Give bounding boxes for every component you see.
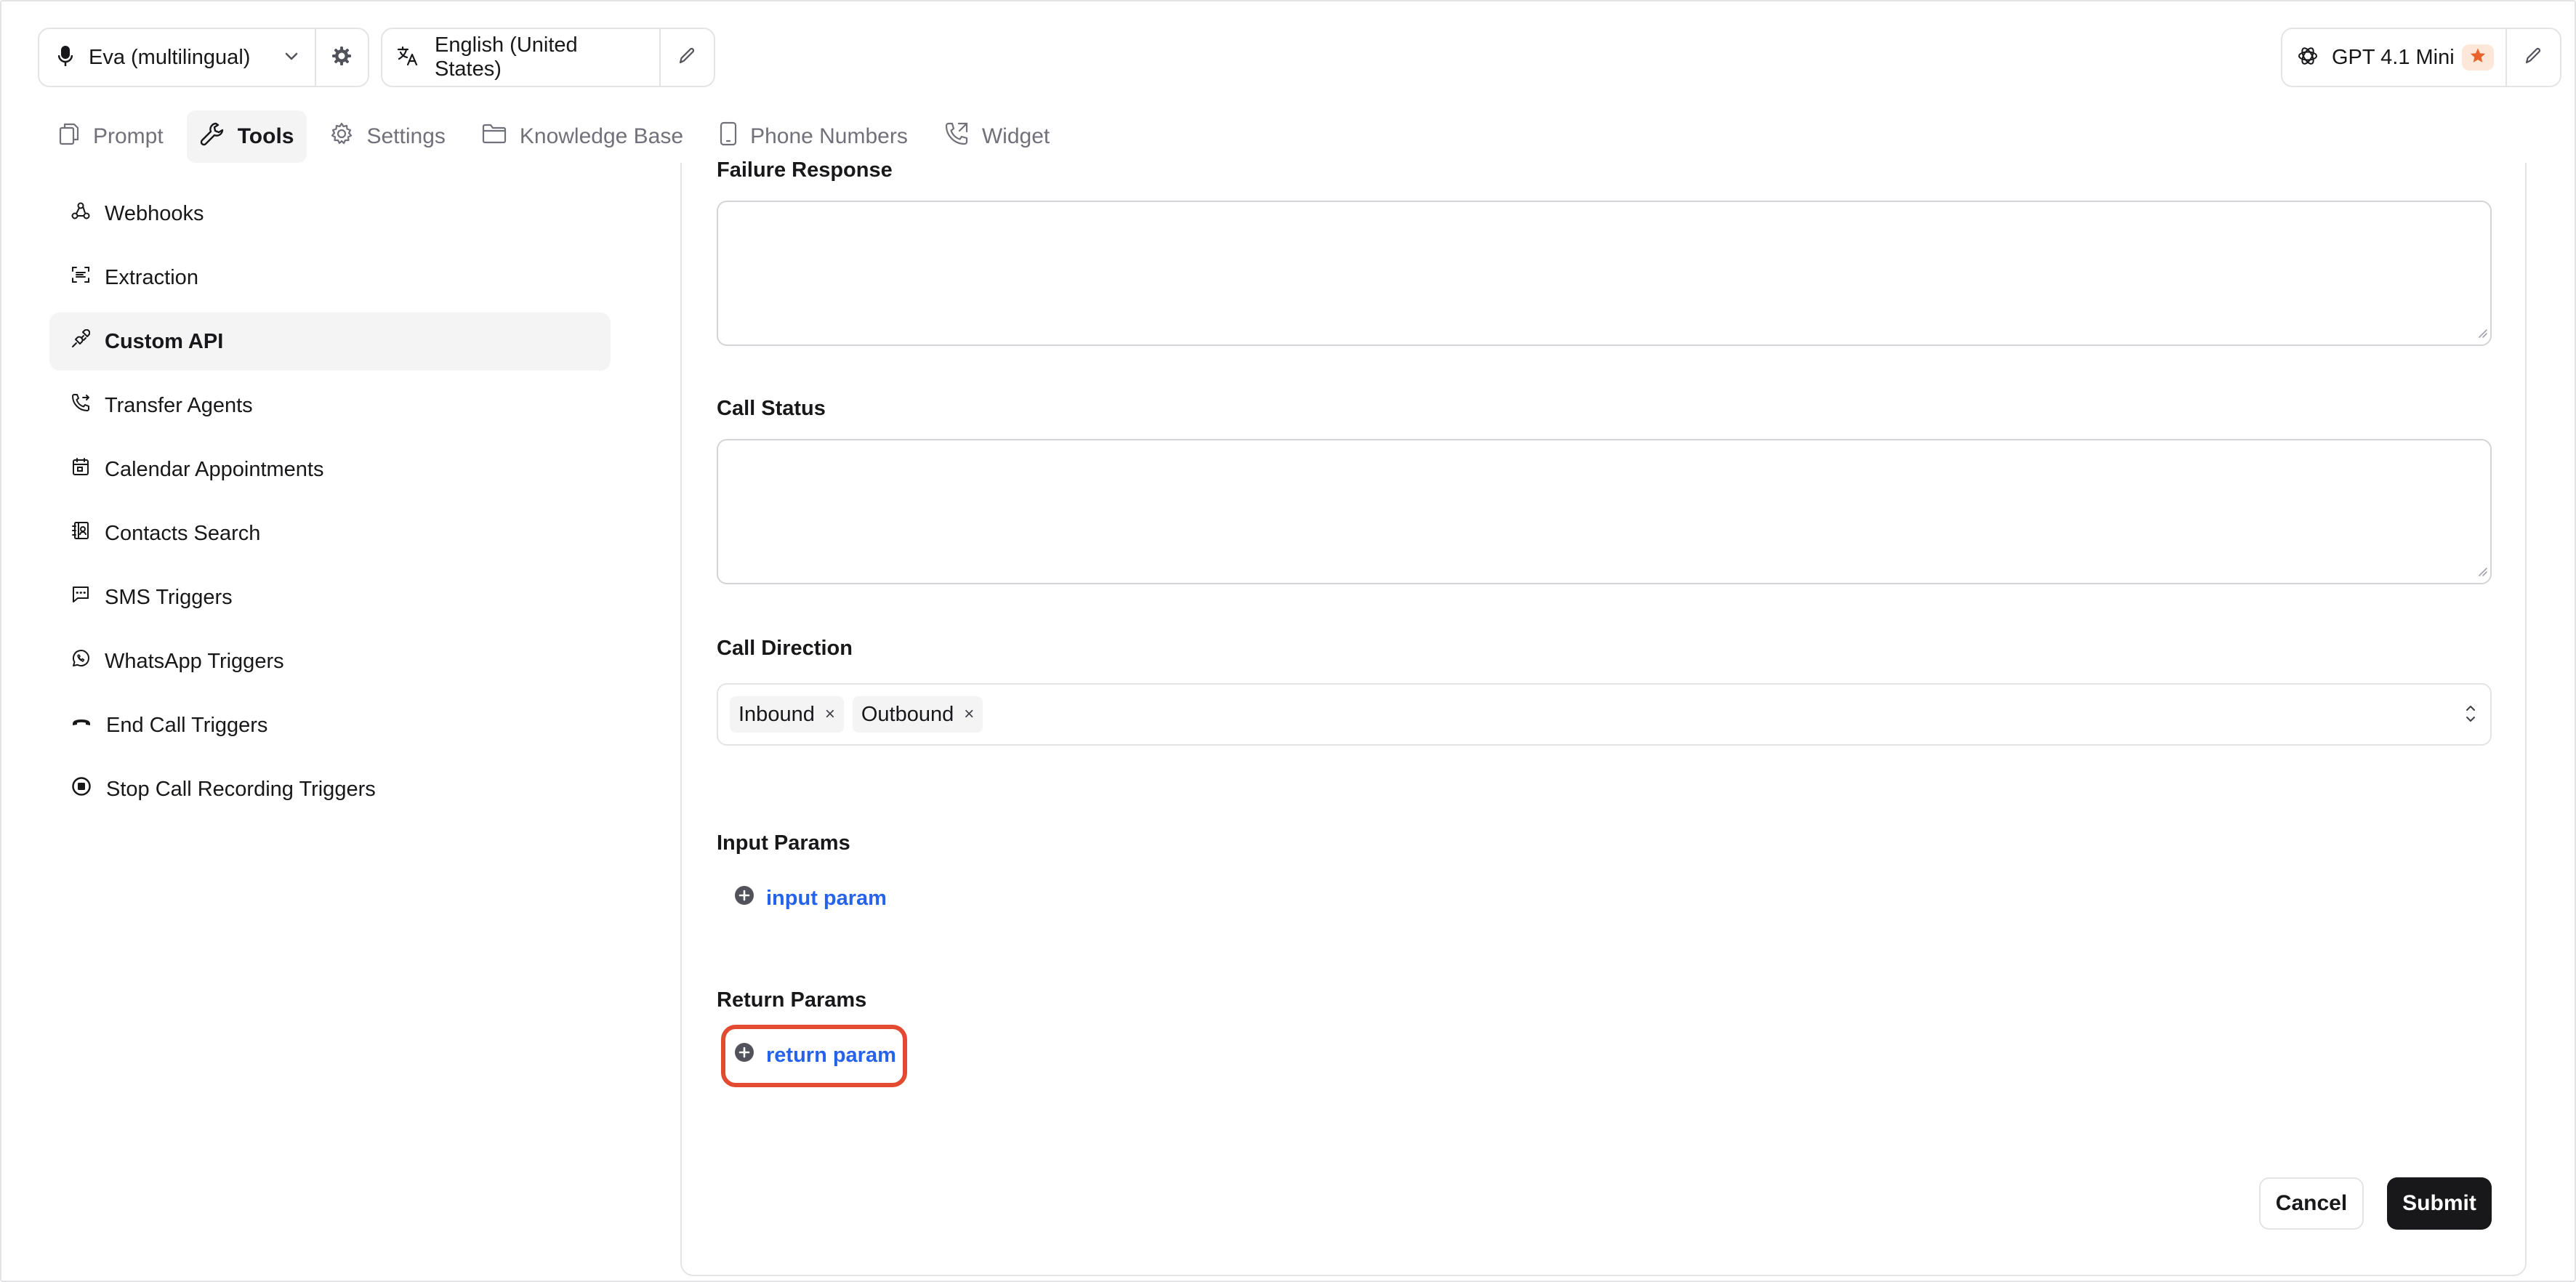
return-params-label: Return Params	[717, 988, 867, 1012]
input-params-label: Input Params	[717, 831, 850, 855]
chevron-down-icon	[284, 51, 299, 65]
phone-call-icon	[944, 121, 982, 152]
model-dropdown[interactable]: GPT 4.1 Mini	[2282, 29, 2505, 86]
folder-icon	[482, 124, 520, 150]
chip-label: Outbound	[861, 702, 954, 726]
sidebar-item-calendar-appointments[interactable]: Calendar Appointments	[49, 440, 611, 499]
plus-circle-icon	[734, 885, 766, 911]
pencil-icon	[2523, 46, 2543, 70]
microphone-icon	[57, 45, 73, 70]
sidebar-item-label: Webhooks	[105, 201, 204, 225]
sidebar-item-contacts-search[interactable]: Contacts Search	[49, 504, 611, 563]
phone-forward-icon	[71, 393, 105, 418]
sidebar-item-label: Calendar Appointments	[105, 457, 324, 481]
sidebar-item-sms-triggers[interactable]: SMS Triggers	[49, 568, 611, 626]
voice-settings-button[interactable]	[316, 29, 368, 86]
gear-icon	[331, 45, 353, 70]
call-direction-select[interactable]: Inbound × Outbound ×	[717, 683, 2492, 746]
resize-handle-icon[interactable]	[2477, 566, 2487, 580]
sidebar-item-label: Custom API	[105, 329, 224, 353]
tools-sidebar: Webhooks Extraction Custom API Transfer …	[49, 185, 611, 824]
language-dropdown[interactable]: English (United States)	[382, 29, 659, 86]
tab-label: Phone Numbers	[750, 124, 908, 148]
cancel-button[interactable]: Cancel	[2259, 1177, 2364, 1230]
resize-handle-icon[interactable]	[2477, 328, 2487, 342]
sidebar-item-webhooks[interactable]: Webhooks	[49, 185, 611, 243]
submit-button[interactable]: Submit	[2387, 1177, 2492, 1230]
sidebar-item-label: Transfer Agents	[105, 393, 253, 417]
add-input-param-button[interactable]: input param	[734, 885, 887, 911]
sidebar-item-label: SMS Triggers	[105, 585, 233, 609]
tab-widget[interactable]: Widget	[931, 110, 1063, 163]
smartphone-icon	[720, 121, 750, 152]
remove-chip-icon[interactable]: ×	[825, 704, 835, 725]
voice-dropdown[interactable]: Eva (multilingual)	[39, 29, 315, 86]
message-square-icon	[71, 585, 105, 610]
chip-outbound: Outbound ×	[852, 696, 983, 733]
sidebar-item-stop-call-recording-triggers[interactable]: Stop Call Recording Triggers	[49, 760, 611, 818]
model-selector: GPT 4.1 Mini	[2281, 28, 2561, 87]
tab-settings[interactable]: Settings	[317, 110, 458, 163]
chip-label: Inbound	[738, 702, 815, 726]
sidebar-item-label: End Call Triggers	[106, 713, 268, 737]
tab-prompt[interactable]: Prompt	[45, 110, 177, 163]
contact-book-icon	[71, 521, 105, 546]
whatsapp-icon	[71, 649, 105, 674]
stop-circle-icon	[71, 776, 106, 802]
sidebar-item-custom-api[interactable]: Custom API	[49, 313, 611, 371]
chevrons-up-down-icon	[2464, 702, 2477, 729]
translate-icon	[397, 45, 419, 70]
tab-label: Tools	[237, 124, 294, 148]
webhook-icon	[71, 201, 105, 226]
tab-label: Prompt	[93, 124, 164, 148]
failure-response-textarea[interactable]	[717, 201, 2492, 346]
copy-icon	[58, 122, 93, 151]
highlight-annotation	[721, 1025, 907, 1087]
failure-response-label: Failure Response	[717, 158, 893, 182]
call-status-label: Call Status	[717, 397, 826, 420]
premium-badge	[2461, 44, 2494, 70]
voice-label: Eva (multilingual)	[89, 45, 251, 69]
plug-icon	[71, 328, 105, 354]
chip-inbound: Inbound ×	[730, 696, 844, 733]
tab-tools[interactable]: Tools	[186, 110, 307, 163]
tab-label: Widget	[981, 124, 1050, 148]
remove-chip-icon[interactable]: ×	[964, 704, 974, 725]
pencil-icon	[677, 46, 697, 70]
calendar-icon	[71, 457, 105, 482]
add-input-param-label: input param	[766, 886, 887, 910]
app-frame: Eva (multilingual) English (United State…	[0, 0, 2576, 1282]
sidebar-item-label: Contacts Search	[105, 521, 261, 545]
wrench-icon	[200, 121, 238, 152]
sidebar-item-label: WhatsApp Triggers	[105, 649, 284, 673]
sidebar-item-whatsapp-triggers[interactable]: WhatsApp Triggers	[49, 632, 611, 690]
language-selector: English (United States)	[381, 28, 715, 87]
model-edit-button[interactable]	[2507, 29, 2560, 86]
star-icon	[2469, 47, 2487, 68]
voice-selector: Eva (multilingual)	[38, 28, 369, 87]
model-label: GPT 4.1 Mini	[2332, 45, 2455, 69]
custom-api-form: Failure Response Call Status Call Direct…	[680, 158, 2527, 1276]
sidebar-item-label: Stop Call Recording Triggers	[106, 777, 376, 801]
main-tabs: Prompt Tools Settings Knowledge Base Pho…	[45, 110, 1073, 163]
call-direction-label: Call Direction	[717, 637, 853, 660]
openai-logo-icon	[2297, 45, 2319, 70]
tab-label: Settings	[366, 124, 446, 148]
call-status-textarea[interactable]	[717, 439, 2492, 584]
tab-knowledge-base[interactable]: Knowledge Base	[469, 110, 696, 163]
language-edit-button[interactable]	[661, 29, 714, 86]
sidebar-item-label: Extraction	[105, 265, 198, 289]
scan-text-icon	[71, 265, 105, 290]
language-label: English (United States)	[435, 33, 578, 81]
sidebar-item-end-call-triggers[interactable]: End Call Triggers	[49, 696, 611, 754]
sidebar-item-transfer-agents[interactable]: Transfer Agents	[49, 376, 611, 435]
gear-icon	[330, 122, 366, 151]
phone-hangup-icon	[71, 713, 106, 738]
sidebar-item-extraction[interactable]: Extraction	[49, 249, 611, 307]
tab-label: Knowledge Base	[519, 124, 684, 148]
tab-phone-numbers[interactable]: Phone Numbers	[707, 110, 921, 163]
